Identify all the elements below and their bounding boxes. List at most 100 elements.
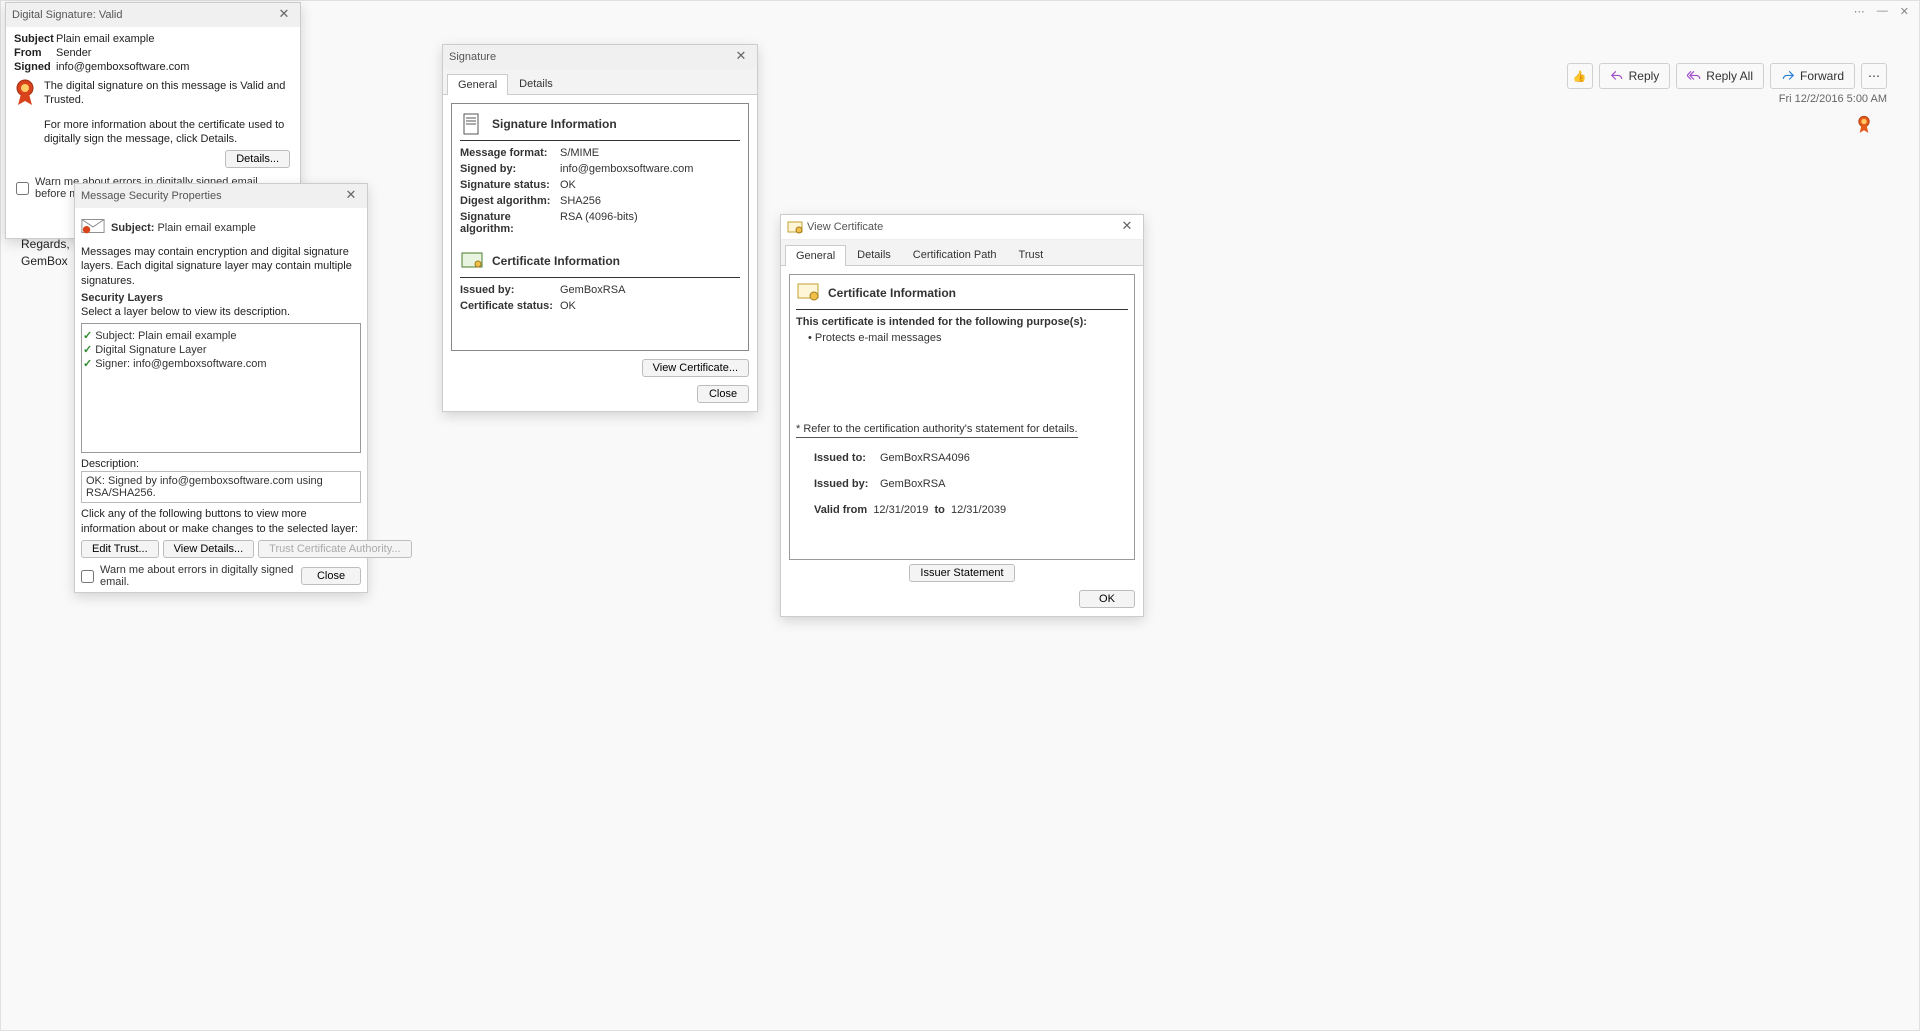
certificate-icon — [787, 219, 803, 235]
cert-info-panel: Certificate Information This certificate… — [789, 274, 1135, 560]
reply-arrow-icon — [1610, 69, 1624, 83]
titlebar[interactable]: View Certificate ✕ — [781, 215, 1143, 240]
cert-status-label: Certificate status: — [460, 300, 560, 312]
cert-status-value: OK — [560, 300, 740, 312]
minimize-icon[interactable]: — — [1877, 5, 1888, 18]
subject-label: Subject — [14, 33, 56, 45]
issued-to-label: Issued to: — [814, 452, 880, 464]
message-date: Fri 12/2/2016 5:00 AM — [1779, 93, 1887, 105]
reply-all-arrow-icon — [1687, 69, 1701, 83]
certificate-icon — [460, 249, 484, 273]
signed-label: Signed — [14, 61, 56, 73]
certificate-badge-icon — [796, 281, 820, 305]
valid-from-label: Valid from — [814, 504, 867, 516]
reply-toolbar: 👍 Reply Reply All Forward ⋯ — [1567, 63, 1887, 89]
window-controls: ⋯ — ✕ — [1854, 5, 1909, 18]
more-actions-button[interactable]: ⋯ — [1861, 63, 1887, 89]
reply-button[interactable]: Reply — [1599, 63, 1671, 89]
check-icon: ✓ — [83, 343, 92, 356]
valid-from-value: 12/31/2019 — [873, 504, 928, 516]
purpose-item: • Protects e-mail messages — [796, 332, 1128, 344]
tab-certification-path[interactable]: Certification Path — [902, 244, 1008, 265]
warn-checkbox[interactable] — [16, 182, 29, 195]
valid-to-value: 12/31/2039 — [951, 504, 1006, 516]
description-label: Description: — [81, 457, 361, 471]
envelope-seal-icon — [81, 216, 105, 239]
dialog-title: Digital Signature: Valid — [12, 9, 274, 21]
subject-value: Plain email example — [157, 222, 255, 234]
titlebar[interactable]: Message Security Properties ✕ — [75, 184, 367, 208]
dialog-title: Message Security Properties — [81, 190, 341, 202]
cert-info-heading: Certificate Information — [828, 286, 956, 300]
signed-badge-icon[interactable] — [1857, 115, 1871, 138]
close-icon[interactable]: ✕ — [274, 7, 294, 23]
tree-item-subject[interactable]: ✓Subject: Plain email example — [83, 329, 359, 342]
ok-button[interactable]: OK — [1079, 590, 1135, 608]
ribbon-seal-icon — [14, 79, 36, 110]
msg-format-label: Message format: — [460, 147, 560, 159]
purpose-heading: This certificate is intended for the fol… — [796, 316, 1128, 328]
from-value: Sender — [56, 47, 292, 59]
close-button[interactable]: Close — [301, 567, 361, 585]
close-icon[interactable]: ✕ — [1117, 219, 1137, 235]
tab-general[interactable]: General — [785, 245, 846, 266]
details-button[interactable]: Details... — [225, 150, 290, 168]
view-certificate-button[interactable]: View Certificate... — [642, 359, 749, 377]
like-button[interactable]: 👍 — [1567, 63, 1593, 89]
description-text: OK: Signed by info@gemboxsoftware.com us… — [86, 475, 323, 499]
tab-bar: General Details Certification Path Trust — [781, 240, 1143, 266]
forward-button[interactable]: Forward — [1770, 63, 1855, 89]
msg-format-value: S/MIME — [560, 147, 740, 159]
layers-tree[interactable]: ✓Subject: Plain email example ✓Digital S… — [81, 323, 361, 453]
body-line: GemBox — [21, 253, 81, 270]
warn-checkbox[interactable] — [81, 570, 94, 583]
sigalg-label: Signature algorithm: — [460, 211, 560, 235]
titlebar[interactable]: Digital Signature: Valid ✕ — [6, 3, 300, 27]
view-certificate-dialog: View Certificate ✕ General Details Certi… — [780, 214, 1144, 617]
tab-trust[interactable]: Trust — [1008, 244, 1055, 265]
tree-item-signer[interactable]: ✓Signer: info@gemboxsoftware.com — [83, 357, 359, 370]
tab-bar: General Details — [443, 69, 757, 95]
forward-arrow-icon — [1781, 69, 1795, 83]
cert-info-heading: Certificate Information — [492, 254, 620, 268]
check-icon: ✓ — [83, 357, 92, 370]
tab-details[interactable]: Details — [846, 244, 902, 265]
tab-general[interactable]: General — [447, 74, 508, 95]
to-label: to — [935, 504, 945, 516]
refer-block: * Refer to the certification authority's… — [796, 423, 1078, 516]
subject-value: Plain email example — [56, 33, 292, 45]
edit-trust-button[interactable]: Edit Trust... — [81, 540, 159, 558]
thumb-up-icon: 👍 — [1573, 70, 1587, 83]
sig-status-value: OK — [560, 179, 740, 191]
more-dots-icon[interactable]: ⋯ — [1854, 5, 1865, 18]
issuer-statement-button[interactable]: Issuer Statement — [909, 564, 1014, 582]
reply-all-label: Reply All — [1706, 69, 1753, 83]
view-details-button[interactable]: View Details... — [163, 540, 255, 558]
signed-by-label: Signed by: — [460, 163, 560, 175]
trust-ca-button[interactable]: Trust Certificate Authority... — [258, 540, 411, 558]
warn-label: Warn me about errors in digitally signed… — [100, 564, 301, 588]
select-layer-text: Select a layer below to view its descrip… — [81, 305, 361, 319]
reply-label: Reply — [1629, 69, 1660, 83]
close-button[interactable]: Close — [697, 385, 749, 403]
tab-details[interactable]: Details — [508, 73, 564, 94]
info-panel: Signature Information Message format:S/M… — [451, 103, 749, 351]
issued-by-value: GemBoxRSA — [560, 284, 740, 296]
reply-all-button[interactable]: Reply All — [1676, 63, 1764, 89]
close-icon[interactable]: ✕ — [341, 188, 361, 204]
titlebar[interactable]: Signature ✕ — [443, 45, 757, 69]
tree-item-signature-layer[interactable]: ✓Digital Signature Layer — [83, 343, 359, 356]
signed-by-value: info@gemboxsoftware.com — [560, 163, 740, 175]
ellipsis-icon: ⋯ — [1868, 69, 1880, 83]
message-security-dialog: Message Security Properties ✕ Subject: P… — [74, 183, 368, 593]
issued-by-label: Issued by: — [814, 478, 880, 490]
from-label: From — [14, 47, 56, 59]
valid-trusted-text: The digital signature on this message is… — [44, 79, 292, 108]
close-icon[interactable]: ✕ — [1900, 5, 1909, 18]
signature-info-heading: Signature Information — [492, 117, 617, 131]
signed-value: info@gemboxsoftware.com — [56, 61, 292, 73]
signature-dialog: Signature ✕ General Details Signature In… — [442, 44, 758, 412]
more-info-text: For more information about the certifica… — [44, 118, 292, 147]
digest-label: Digest algorithm: — [460, 195, 560, 207]
close-icon[interactable]: ✕ — [731, 49, 751, 65]
